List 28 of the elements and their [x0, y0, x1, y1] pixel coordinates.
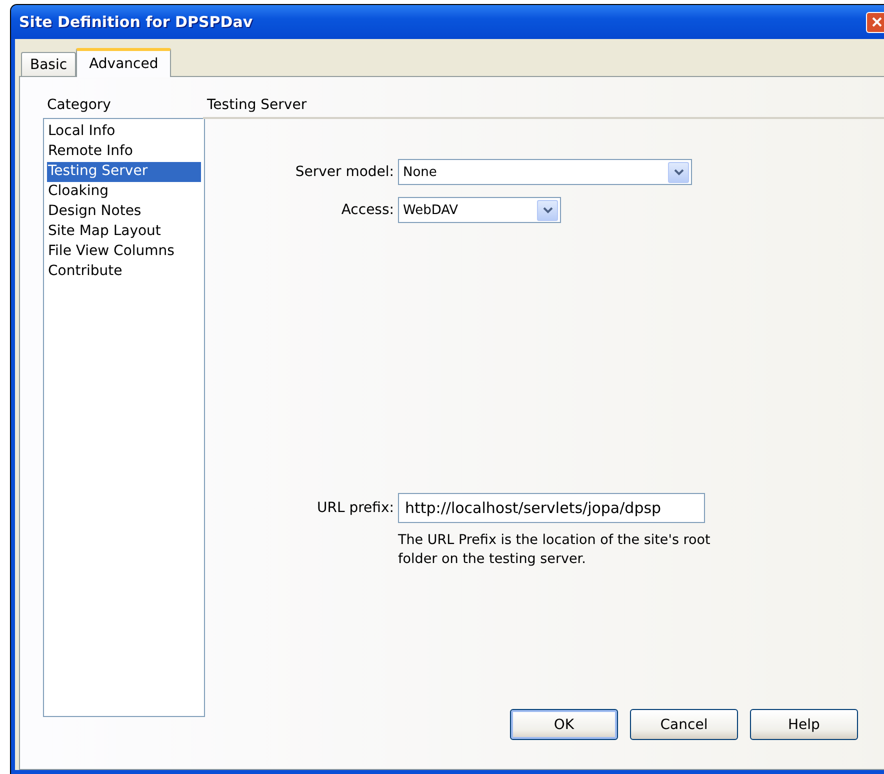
help-text: The URL Prefix is the location of the site's root folder on the testing server.: [398, 531, 712, 569]
access-select[interactable]: WebDAV: [398, 197, 561, 223]
category-item[interactable]: Remote Info: [47, 142, 201, 162]
field-label: URL prefix:: [316, 500, 395, 516]
server-model-select[interactable]: None: [398, 159, 692, 185]
tab[interactable]: Advanced: [76, 48, 172, 77]
url-prefix-field[interactable]: http://localhost/servlets/jopa/dpsp: [398, 493, 705, 523]
dialog-button[interactable]: OK: [510, 709, 618, 740]
category-item[interactable]: Contribute: [47, 262, 201, 282]
dropdown-icon[interactable]: [537, 200, 558, 220]
dialog-button[interactable]: Cancel: [630, 709, 738, 740]
close-icon[interactable]: [866, 12, 884, 32]
dropdown-icon[interactable]: [668, 162, 689, 182]
category-item[interactable]: Site Map Layout: [47, 222, 201, 242]
window-title: Site Definition for DPSPDav: [19, 13, 254, 31]
category-item[interactable]: Cloaking: [47, 182, 201, 202]
category-item[interactable]: Local Info: [47, 122, 201, 142]
select-value: WebDAV: [403, 202, 460, 218]
section-title: Testing Server: [203, 97, 884, 119]
category-item[interactable]: Testing Server: [47, 162, 201, 182]
select-value: None: [403, 164, 438, 180]
dialog-button[interactable]: Help: [750, 709, 858, 740]
tab[interactable]: Basic: [21, 52, 76, 76]
category-item[interactable]: Design Notes: [47, 202, 201, 222]
category-label: Category: [47, 97, 112, 115]
field-label: Access:: [340, 202, 395, 218]
category-item[interactable]: File View Columns: [47, 242, 201, 262]
field-label: Server model:: [294, 164, 395, 180]
